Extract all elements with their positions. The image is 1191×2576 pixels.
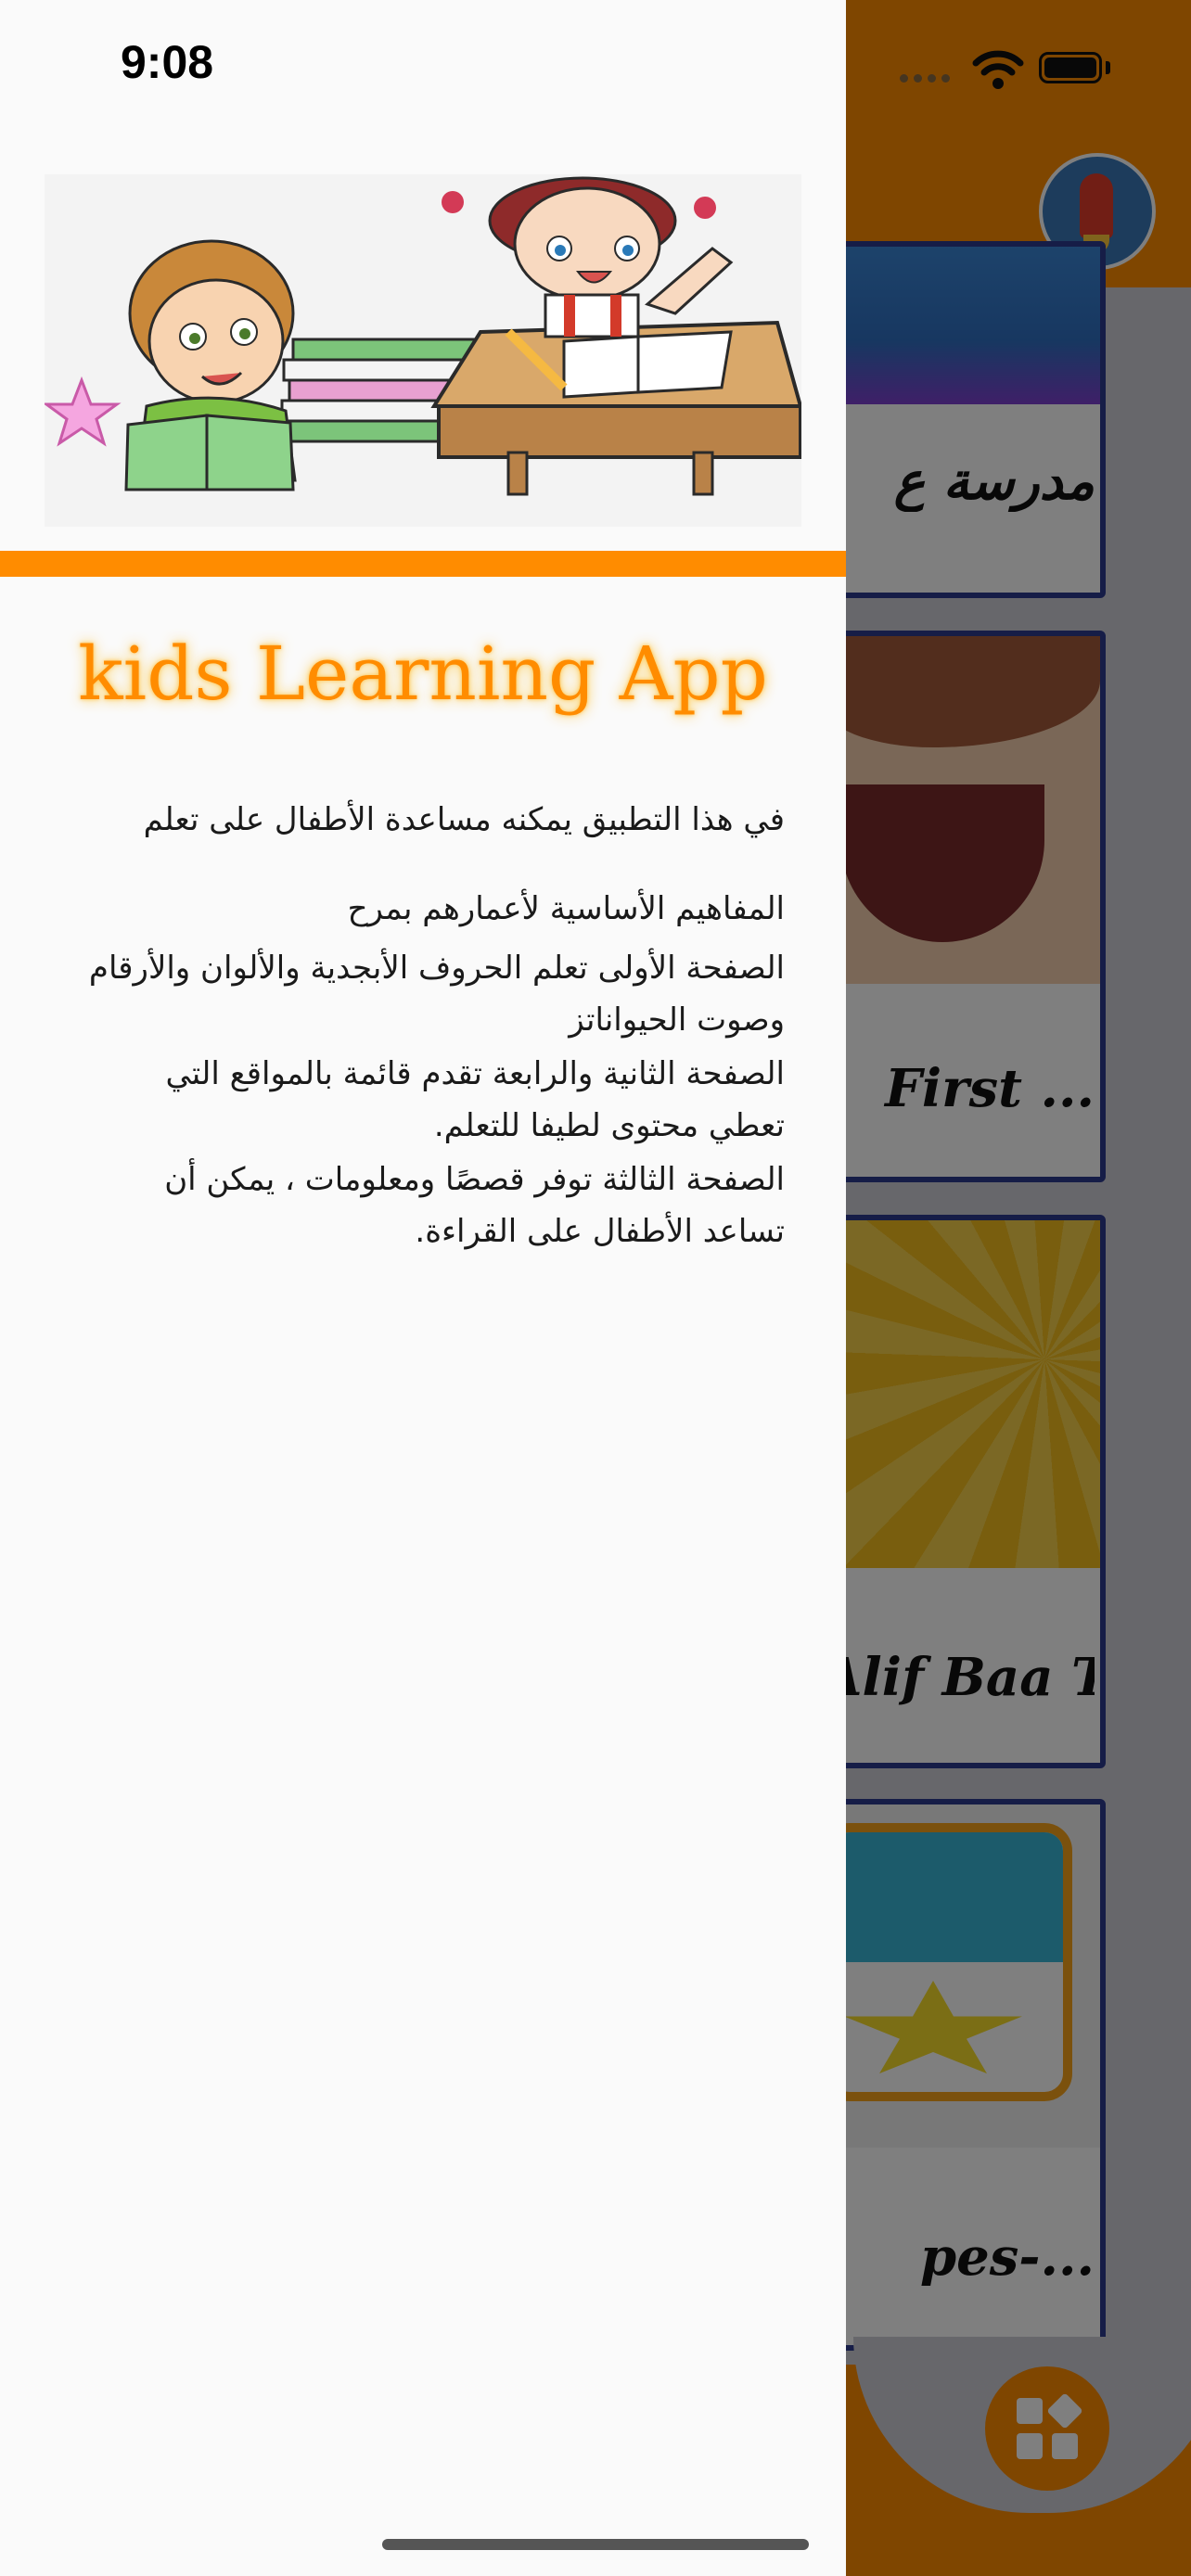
home-indicator[interactable] bbox=[382, 2539, 809, 2550]
header-illustration bbox=[45, 174, 801, 527]
description-line: الصفحة الأولى تعلم الحروف الأبجدية والأل… bbox=[88, 950, 785, 987]
description-line: الصفحة الثانية والرابعة تقدم قائمة بالمو… bbox=[165, 1055, 785, 1092]
app-title: kids Learning App bbox=[78, 631, 768, 717]
description-line: المفاهيم الأساسية لأعمارهم بمرح bbox=[347, 890, 785, 927]
description-line: الصفحة الثالثة توفر قصصًا ومعلومات ، يمك… bbox=[164, 1161, 785, 1198]
description-line: وصوت الحيواناتز bbox=[569, 1001, 785, 1039]
status-time: 9:08 bbox=[121, 36, 214, 88]
side-drawer: 9:08 kids Learning App في هذا التطبيق يم… bbox=[0, 0, 846, 2576]
description-line: تعطي محتوى لطيفا للتعلم. bbox=[433, 1107, 785, 1144]
kids-reading-illustration bbox=[45, 176, 801, 496]
description-line: في هذا التطبيق يمكنه مساعدة الأطفال على … bbox=[143, 801, 785, 838]
description-line: تساعد الأطفال على القراءة. bbox=[415, 1213, 785, 1250]
header-divider bbox=[0, 551, 846, 577]
